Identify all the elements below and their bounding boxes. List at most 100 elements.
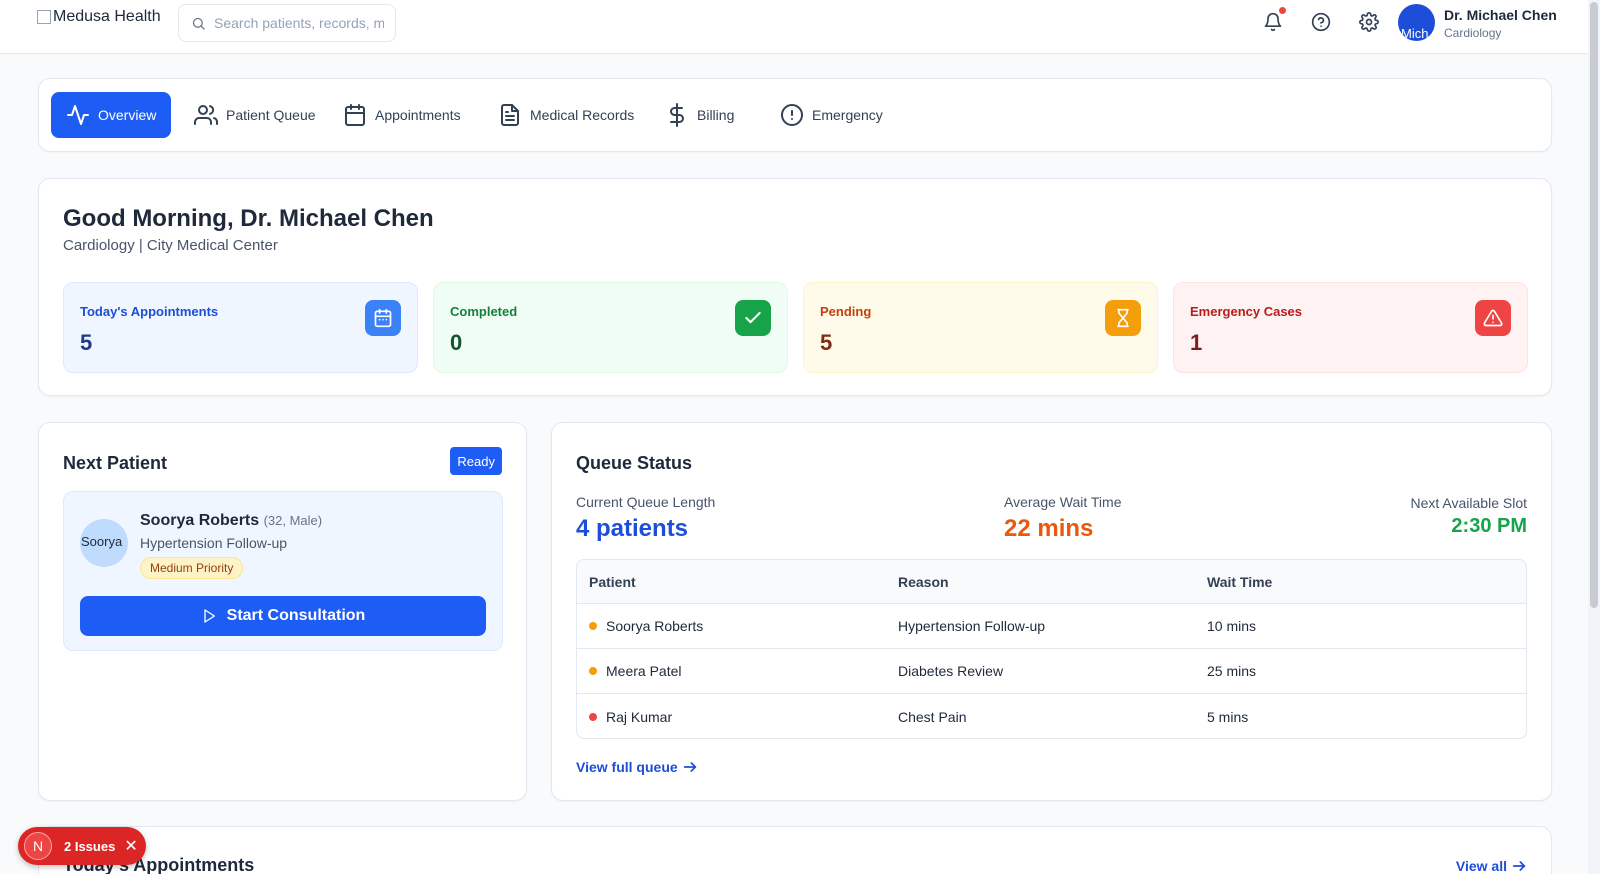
tab-medical-records[interactable]: Medical Records	[483, 92, 649, 138]
search-box[interactable]	[178, 4, 396, 42]
patient-cell: Raj Kumar	[589, 694, 672, 738]
broken-image-icon	[37, 10, 51, 24]
tab-label: Overview	[98, 107, 157, 123]
tab-overview[interactable]: Overview	[51, 92, 172, 138]
table-row[interactable]: Meera Patel Diabetes Review 25 mins	[577, 649, 1526, 694]
status-dot	[589, 667, 597, 675]
patient-avatar: Soorya	[80, 519, 128, 567]
stat-value: 5	[820, 330, 833, 355]
tab-patient-queue[interactable]: Patient Queue	[179, 92, 331, 138]
dollar-icon	[670, 103, 684, 127]
issues-badge: N	[24, 832, 52, 860]
tab-label: Emergency	[812, 107, 883, 123]
view-full-queue-link[interactable]: View full queue	[576, 759, 698, 775]
stat-label: Pending	[820, 304, 872, 319]
column-header: Patient	[589, 573, 636, 590]
logo[interactable]: Medusa Health	[37, 8, 161, 26]
patient-reason: Hypertension Follow-up	[140, 535, 288, 551]
patient-cell: Soorya Roberts	[589, 604, 703, 648]
page-scrollbar[interactable]	[1588, 0, 1600, 874]
link-label: View all	[1455, 858, 1507, 874]
bell-icon	[1264, 12, 1282, 32]
reason-cell: Diabetes Review	[898, 663, 1004, 679]
activity-icon	[67, 105, 89, 125]
status-dot	[589, 712, 597, 721]
card-title: Next Patient	[63, 453, 168, 473]
table-header: Patient Reason Wait Time	[577, 560, 1526, 604]
patient-cell: Meera Patel	[589, 649, 681, 693]
queue-length-label: Current Queue Length	[576, 494, 716, 510]
alert-circle-icon	[781, 104, 803, 126]
tab-appointments[interactable]: Appointments	[328, 92, 476, 138]
check-icon	[735, 300, 771, 336]
wait-cell: 5 mins	[1207, 708, 1249, 725]
queue-length-value: 4 patients	[576, 515, 689, 542]
view-all-link[interactable]: View all	[1456, 858, 1527, 874]
link-label: View full queue	[576, 759, 678, 775]
table-row[interactable]: Raj Kumar Chest Pain 5 mins	[577, 694, 1526, 738]
close-icon[interactable]: ✕	[124, 836, 137, 856]
stat-todays-appointments[interactable]: Today's Appointments 5	[63, 282, 418, 373]
top-header: Medusa Health Mich Dr. Michael Chen Card…	[0, 0, 1588, 54]
department-subtitle: Cardiology | City Medical Center	[63, 237, 278, 254]
user-role: Cardiology	[1444, 26, 1502, 40]
warning-triangle-icon	[1475, 300, 1511, 336]
tab-label: Medical Records	[530, 107, 635, 123]
notifications-button[interactable]	[1261, 7, 1286, 34]
search-input[interactable]	[214, 15, 384, 31]
user-name[interactable]: Dr. Michael Chen	[1444, 7, 1557, 23]
patient-summary: Soorya Soorya Roberts (32, Male) Hyperte…	[63, 491, 503, 651]
users-icon	[194, 105, 218, 125]
patient-age-gender: (32, Male)	[263, 513, 323, 528]
issues-toast[interactable]: N 2 Issues ✕	[18, 827, 146, 865]
tab-billing[interactable]: Billing	[650, 92, 749, 138]
help-circle-icon	[1311, 12, 1331, 32]
stat-label: Completed	[450, 304, 518, 319]
start-consultation-button[interactable]: Start Consultation	[80, 596, 486, 636]
tab-label: Appointments	[375, 107, 461, 123]
reason-cell: Chest Pain	[898, 708, 967, 725]
column-header: Wait Time	[1207, 573, 1273, 590]
arrow-right-icon	[1512, 861, 1526, 871]
tab-emergency[interactable]: Emergency	[765, 92, 898, 138]
todays-appointments-card: Today's Appointments View all	[38, 826, 1552, 874]
patient-name-text: Soorya Roberts	[140, 512, 260, 529]
stat-value: 1	[1190, 330, 1203, 355]
stat-value: 0	[450, 330, 463, 355]
next-patient-card: Next Patient Ready Soorya Soorya Roberts…	[38, 422, 527, 801]
logo-alt-text: Medusa Health	[53, 8, 161, 25]
issues-label: 2 Issues	[64, 838, 116, 854]
status-badge: Ready	[450, 447, 502, 475]
notification-dot	[1279, 7, 1286, 14]
help-button[interactable]	[1309, 10, 1333, 34]
patient-name: Soorya Roberts (32, Male)	[140, 512, 322, 530]
search-icon	[192, 17, 205, 30]
calendar-icon	[365, 300, 401, 336]
table-row[interactable]: Soorya Roberts Hypertension Follow-up 10…	[577, 604, 1526, 649]
button-label: Start Consultation	[226, 607, 366, 624]
patient-name: Soorya Roberts	[606, 618, 704, 634]
user-avatar[interactable]: Mich	[1398, 4, 1435, 41]
avatar-alt-text: Soorya	[81, 534, 123, 549]
file-text-icon	[501, 104, 519, 126]
status-dot	[589, 622, 597, 630]
average-wait-value: 22 mins	[1004, 515, 1094, 542]
settings-button[interactable]	[1357, 10, 1381, 34]
wait-cell: 25 mins	[1207, 663, 1257, 679]
priority-badge: Medium Priority	[140, 557, 244, 579]
stat-pending[interactable]: Pending 5	[803, 282, 1158, 373]
queue-table: Patient Reason Wait Time Soorya Roberts …	[576, 559, 1527, 739]
next-slot-value: 2:30 PM	[1451, 515, 1527, 537]
stat-emergency-cases[interactable]: Emergency Cases 1	[1173, 282, 1528, 373]
stat-label: Today's Appointments	[80, 304, 219, 319]
nav-tabs: Overview Patient Queue Appointments Medi…	[38, 78, 1552, 152]
play-icon	[203, 609, 215, 623]
gear-icon	[1359, 12, 1379, 32]
column-header: Reason	[898, 573, 949, 590]
scrollbar-thumb[interactable]	[1590, 2, 1598, 608]
greeting: Good Morning, Dr. Michael Chen	[63, 205, 434, 232]
tab-label: Billing	[697, 107, 735, 123]
stat-completed[interactable]: Completed 0	[433, 282, 788, 373]
tab-label: Patient Queue	[226, 107, 316, 123]
arrow-right-icon	[683, 762, 696, 772]
